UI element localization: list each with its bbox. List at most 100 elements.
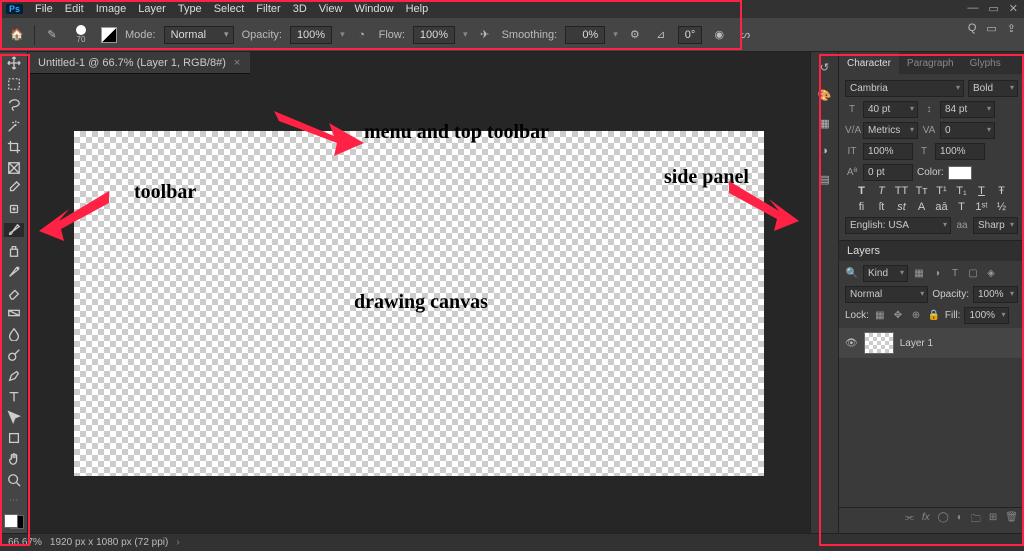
- minimize-icon[interactable]: —: [967, 2, 978, 15]
- font-size-input[interactable]: 40 pt: [863, 101, 918, 118]
- lock-all-icon[interactable]: 🔒: [927, 310, 941, 321]
- lasso-tool[interactable]: [4, 98, 24, 113]
- tab-character[interactable]: Character: [839, 52, 899, 74]
- stylistic[interactable]: aā: [934, 201, 950, 213]
- group-icon[interactable]: 🗀: [971, 512, 981, 529]
- faux-italic[interactable]: T: [874, 185, 890, 197]
- magic-wand-tool[interactable]: [4, 118, 24, 133]
- opacity-input[interactable]: 100%: [290, 26, 332, 44]
- filter-shape-icon[interactable]: ▢: [966, 268, 980, 279]
- pressure-size-icon[interactable]: ◉: [710, 26, 728, 44]
- adjustment-icon[interactable]: ◐: [957, 512, 963, 529]
- filter-pixel-icon[interactable]: ▦: [912, 268, 926, 279]
- move-tool[interactable]: [4, 56, 24, 71]
- menu-select[interactable]: Select: [214, 3, 245, 15]
- home-icon[interactable]: 🏠: [8, 26, 26, 44]
- menu-layer[interactable]: Layer: [138, 3, 166, 15]
- zoom-value[interactable]: 66.67%: [8, 537, 42, 548]
- history-panel-icon[interactable]: ↺: [816, 58, 834, 76]
- libraries-panel-icon[interactable]: ▤: [816, 170, 834, 188]
- tool-preset-icon[interactable]: ✎: [43, 26, 61, 44]
- menu-help[interactable]: Help: [406, 3, 429, 15]
- clone-tool[interactable]: [4, 243, 24, 258]
- delete-icon[interactable]: 🗑: [1005, 512, 1018, 529]
- type-tool[interactable]: [4, 389, 24, 404]
- menu-filter[interactable]: Filter: [256, 3, 280, 15]
- layer-name[interactable]: Layer 1: [900, 338, 933, 349]
- layer-thumbnail[interactable]: [864, 332, 894, 354]
- swash[interactable]: A: [914, 201, 930, 213]
- fractions[interactable]: ½: [994, 201, 1010, 213]
- text-color-swatch[interactable]: [948, 166, 972, 180]
- brush-preview[interactable]: 70: [69, 23, 93, 47]
- chevron-right-icon[interactable]: ›: [176, 537, 179, 548]
- filter-kind-select[interactable]: Kind: [863, 265, 908, 282]
- brush-panel-icon[interactable]: [101, 27, 117, 43]
- visibility-icon[interactable]: 👁: [845, 338, 858, 349]
- baseline-input[interactable]: 0 pt: [863, 164, 913, 181]
- contextual[interactable]: ſt: [874, 201, 890, 213]
- hand-tool[interactable]: [4, 452, 24, 467]
- allcaps[interactable]: TT: [894, 185, 910, 197]
- chevron-down-icon[interactable]: ▾: [613, 29, 618, 40]
- tab-paragraph[interactable]: Paragraph: [899, 52, 962, 74]
- symmetry-icon[interactable]: ᔕ: [736, 26, 754, 44]
- tab-glyphs[interactable]: Glyphs: [962, 52, 1009, 74]
- filter-smart-icon[interactable]: ◈: [984, 268, 998, 279]
- strikethrough[interactable]: Ŧ: [994, 185, 1010, 197]
- history-brush-tool[interactable]: [4, 264, 24, 279]
- eyedropper-tool[interactable]: [4, 181, 24, 196]
- color-swatches[interactable]: [4, 514, 24, 529]
- menu-window[interactable]: Window: [354, 3, 393, 15]
- chevron-down-icon[interactable]: ▾: [463, 29, 468, 40]
- healing-tool[interactable]: [4, 202, 24, 217]
- tracking-input[interactable]: 0: [940, 122, 995, 139]
- ordinals[interactable]: 1ˢᵗ: [974, 201, 990, 213]
- airbrush-icon[interactable]: ✈: [476, 26, 494, 44]
- blur-tool[interactable]: [4, 327, 24, 342]
- menu-3d[interactable]: 3D: [293, 3, 307, 15]
- font-family-select[interactable]: Cambria: [845, 80, 964, 97]
- zoom-tool[interactable]: [4, 473, 24, 488]
- leading-input[interactable]: 84 pt: [940, 101, 995, 118]
- faux-bold[interactable]: T: [854, 185, 870, 197]
- restore-icon[interactable]: ▭: [988, 2, 998, 15]
- chevron-down-icon[interactable]: ▾: [340, 29, 345, 40]
- flow-input[interactable]: 100%: [413, 26, 455, 44]
- titling[interactable]: T: [954, 201, 970, 213]
- crop-tool[interactable]: [4, 139, 24, 154]
- subscript[interactable]: T₁: [954, 185, 970, 197]
- ligatures[interactable]: fi: [854, 201, 870, 213]
- fx-icon[interactable]: fx: [922, 512, 930, 529]
- frame-tool[interactable]: [4, 160, 24, 175]
- superscript[interactable]: T¹: [934, 185, 950, 197]
- layer-opacity-input[interactable]: 100%: [973, 286, 1018, 303]
- drawing-canvas[interactable]: menu and top toolbar toolbar side panel …: [74, 131, 764, 476]
- path-tool[interactable]: [4, 410, 24, 425]
- workspace-icon[interactable]: ▭: [986, 22, 996, 35]
- filter-adjust-icon[interactable]: ◑: [930, 268, 944, 279]
- share-icon[interactable]: ⇪: [1007, 22, 1016, 35]
- smallcaps[interactable]: Tᴛ: [914, 185, 930, 197]
- eraser-tool[interactable]: [4, 285, 24, 300]
- swatches-panel-icon[interactable]: ▦: [816, 114, 834, 132]
- lock-pixels-icon[interactable]: ▦: [873, 310, 887, 321]
- underline[interactable]: T: [974, 185, 990, 197]
- menu-view[interactable]: View: [319, 3, 343, 15]
- close-icon[interactable]: ✕: [1009, 2, 1018, 15]
- discretionary[interactable]: st: [894, 201, 910, 213]
- gear-icon[interactable]: ⚙: [626, 26, 644, 44]
- mode-select[interactable]: Normal: [164, 26, 234, 44]
- hscale-input[interactable]: 100%: [935, 143, 985, 160]
- brush-tool[interactable]: [4, 223, 24, 238]
- color-panel-icon[interactable]: 🎨: [816, 86, 834, 104]
- fill-input[interactable]: 100%: [964, 307, 1009, 324]
- adjustments-panel-icon[interactable]: ◑: [816, 142, 834, 160]
- dodge-tool[interactable]: [4, 348, 24, 363]
- edit-toolbar[interactable]: ⋯: [4, 493, 24, 508]
- menu-file[interactable]: File: [35, 3, 53, 15]
- search-icon[interactable]: Q: [968, 22, 977, 35]
- kerning-select[interactable]: Metrics: [863, 122, 918, 139]
- layer-item[interactable]: 👁 Layer 1: [839, 328, 1024, 358]
- gradient-tool[interactable]: [4, 306, 24, 321]
